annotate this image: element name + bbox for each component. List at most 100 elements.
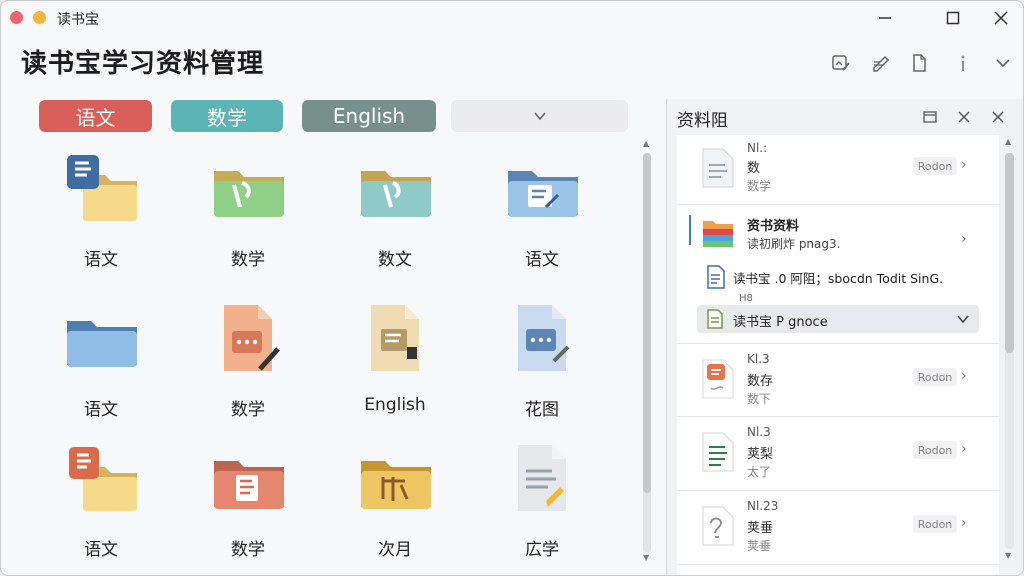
- item-subtitle: 荚垂: [747, 539, 772, 553]
- minimize-button[interactable]: [863, 3, 907, 33]
- item-subtitle: 数学: [747, 179, 772, 193]
- grid-item[interactable]: 语文: [39, 431, 159, 561]
- scroll-down-arrow-icon[interactable]: ▼: [643, 553, 649, 562]
- item-title: 荚垂: [747, 521, 774, 536]
- grid-item-label: 次月: [378, 540, 412, 560]
- scroll-up-arrow-icon[interactable]: ▲: [1005, 137, 1011, 146]
- panel-header: 资料阻: [667, 99, 1023, 135]
- scroll-thumb[interactable]: [643, 153, 651, 493]
- file-gray-icon: [518, 445, 566, 511]
- document-gray-icon: [702, 148, 734, 188]
- close-icon: [958, 111, 970, 123]
- tab-dropdown[interactable]: [451, 100, 628, 132]
- panel-scrollbar[interactable]: ▲ ▼: [1003, 137, 1017, 567]
- document-orange-icon: [702, 359, 734, 399]
- page-title: 读书宝学习资料管理: [21, 49, 265, 79]
- edit-image-button[interactable]: [829, 51, 853, 75]
- grid-item-label: 数文: [378, 250, 412, 270]
- panel-close-button[interactable]: [953, 106, 975, 128]
- app-window: 读书宝 读书宝学习资料管理 语文 数学 English 语文 数学 数文 语文 …: [0, 0, 1024, 576]
- file-icon: [913, 54, 926, 72]
- list-item[interactable]: Nl.: 数 数学 Rodon ›: [677, 135, 999, 205]
- folder-green-icon: [214, 171, 284, 217]
- chevron-right-icon: ›: [961, 368, 967, 384]
- item-action-button[interactable]: Rodon: [913, 515, 957, 533]
- title-bar: 读书宝: [1, 1, 1023, 35]
- grid-scrollbar[interactable]: ▲ ▼: [641, 139, 653, 567]
- folder-gold-icon: [361, 461, 431, 509]
- panel-dismiss-button[interactable]: [987, 106, 1009, 128]
- grid-item-label: 数学: [231, 540, 265, 560]
- folder-blue-icon: [67, 321, 137, 367]
- item-id: Nl.:: [747, 141, 768, 155]
- grid-item[interactable]: 语文: [39, 291, 159, 421]
- grid-item[interactable]: 広学: [480, 431, 600, 561]
- expanded-row-bar[interactable]: 读书宝 P gnoce: [697, 305, 979, 333]
- list-item[interactable]: Nl.23 荚垂 荚垂 Rodon ›: [677, 491, 999, 565]
- file-grid: 语文 数学 数文 语文 语文 数学 English 花图 语文 数学 次月 広学: [21, 141, 641, 567]
- tab-english[interactable]: English: [302, 100, 436, 132]
- item-title: 数: [747, 161, 761, 176]
- list-item[interactable]: Nl.3 荚梨 太了 Rodon ›: [677, 417, 999, 491]
- grid-item-label: 広学: [525, 540, 559, 560]
- grid-item[interactable]: 次月: [333, 431, 453, 561]
- panel-title: 资料阻: [677, 111, 728, 131]
- window-title: 读书宝: [57, 12, 99, 28]
- minimize-dot-icon[interactable]: [33, 11, 46, 24]
- close-icon: [994, 11, 1008, 25]
- grid-item[interactable]: 花图: [480, 291, 600, 421]
- item-action-button[interactable]: Rodon: [913, 368, 957, 386]
- tab-math[interactable]: 数学: [171, 100, 283, 132]
- grid-item[interactable]: English: [333, 291, 453, 421]
- list-item[interactable]: 资书资料 读初刷炸 pnag3. ›: [677, 205, 999, 263]
- new-file-button[interactable]: [907, 51, 931, 75]
- grid-item-label: 花图: [525, 400, 559, 420]
- grid-item-label: 语文: [84, 400, 118, 420]
- item-subtitle: 数下: [747, 392, 772, 406]
- grid-item[interactable]: 数学: [186, 141, 306, 271]
- grid-item-label: 语文: [84, 250, 118, 270]
- folder-stack-icon: [703, 221, 733, 247]
- close-button[interactable]: [979, 3, 1023, 33]
- folder-yellow-badge-red-icon: [69, 447, 137, 511]
- list-item[interactable]: Kl.3 数存 数下 Rodon ›: [677, 343, 999, 417]
- item-title: 资书资料: [747, 219, 800, 234]
- scroll-up-arrow-icon[interactable]: ▲: [643, 139, 649, 148]
- chevron-right-icon: ›: [961, 231, 967, 247]
- info-button[interactable]: [951, 51, 975, 75]
- grid-item-label: 数学: [231, 250, 265, 270]
- file-blue-icon: [518, 305, 570, 371]
- chevron-down-icon: [533, 112, 546, 121]
- grid-item[interactable]: 语文: [480, 141, 600, 271]
- info-icon: [961, 55, 965, 71]
- grid-item[interactable]: 数学: [186, 431, 306, 561]
- edit-image-icon: [832, 55, 850, 71]
- item-action-button[interactable]: Rodon: [913, 157, 957, 175]
- folder-yellow-badge-icon: [67, 155, 137, 221]
- window-layout-icon: [923, 111, 937, 123]
- edit-button[interactable]: [869, 51, 893, 75]
- minimize-icon: [879, 17, 891, 19]
- item-action-button[interactable]: Rodon: [913, 441, 957, 459]
- scroll-thumb[interactable]: [1005, 153, 1014, 353]
- item-id: Kl.3: [747, 352, 770, 366]
- scroll-down-arrow-icon[interactable]: ▼: [1005, 551, 1011, 560]
- more-dropdown-button[interactable]: [991, 51, 1015, 75]
- maximize-button[interactable]: [931, 3, 975, 33]
- grid-item[interactable]: 语文: [39, 141, 159, 271]
- detail-panel: 资料阻 Nl.: 数 数学 Rodon › 资书资料 读初刷炸 pnag3. ›…: [666, 99, 1023, 575]
- item-title: 读书宝 P gnoce: [733, 315, 828, 330]
- close-dot-icon[interactable]: [10, 11, 23, 24]
- list-item[interactable]: H8 读书宝 P gnoce: [677, 293, 999, 343]
- grid-item-label: 语文: [84, 540, 118, 560]
- tab-chinese[interactable]: 语文: [39, 100, 152, 132]
- selection-indicator: [689, 215, 691, 245]
- chevron-right-icon: ›: [961, 157, 967, 173]
- item-id: Nl.3: [747, 425, 771, 439]
- grid-item[interactable]: 数学: [186, 291, 306, 421]
- close-icon: [992, 111, 1004, 123]
- panel-layout-button[interactable]: [919, 106, 941, 128]
- pen-stack-icon: [873, 55, 890, 72]
- grid-item[interactable]: 数文: [333, 141, 453, 271]
- list-item[interactable]: 读书宝 .0 阿阻；sbocdn Todit SinG.: [677, 263, 999, 293]
